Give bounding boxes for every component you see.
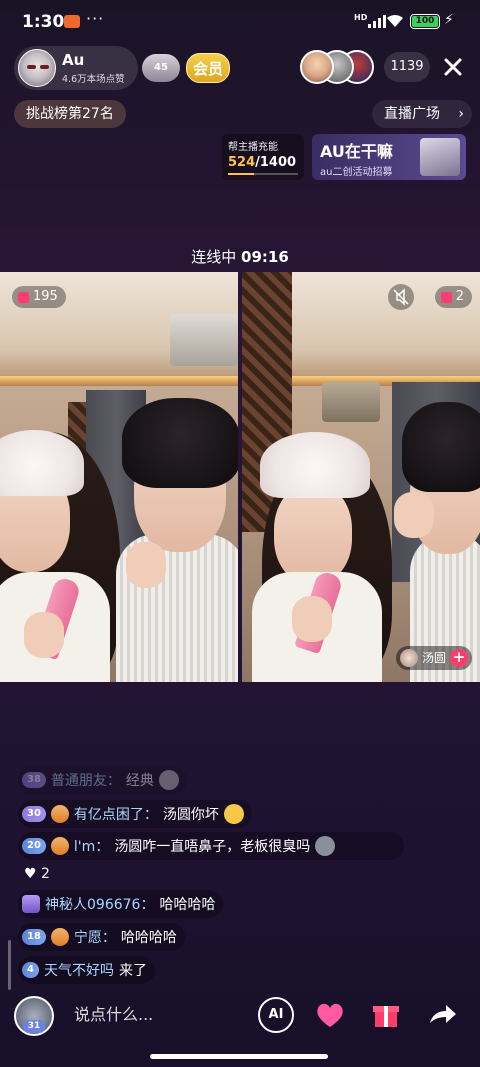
host-name: Au (62, 51, 85, 69)
fan-badge-icon (50, 805, 69, 823)
activity-banner[interactable]: AU在干嘛 au二创活动招募 (312, 134, 466, 180)
chat-message[interactable]: 18 宁愿： 哈哈哈哈 (18, 923, 185, 951)
close-icon[interactable] (440, 54, 466, 80)
chat-username: 宁愿： (73, 930, 116, 946)
left-video-pane[interactable]: 195 (0, 272, 238, 682)
cat-emoji-icon (315, 836, 336, 856)
emoji-icon (158, 770, 179, 790)
chat-text: 汤圆你坏 (162, 807, 219, 823)
gift-box-icon[interactable] (368, 997, 404, 1033)
rank-badge[interactable]: 挑战榜第27名 (14, 100, 126, 128)
ai-button[interactable]: AI (258, 997, 294, 1033)
more-notifications-icon: ··· (86, 9, 105, 28)
charge-value: 524/1400 (228, 155, 297, 170)
chat-username: 天气不好吗 (43, 963, 114, 979)
chat-scrollbar[interactable] (8, 940, 11, 990)
left-gift-count[interactable]: 195 (12, 286, 66, 308)
chat-like-count[interactable]: ♥ 2 (24, 866, 50, 882)
right-video-pane[interactable]: 2 汤圆 + (242, 272, 480, 682)
fan-badge-icon (50, 928, 69, 946)
viewer-avatar[interactable] (300, 50, 334, 84)
status-bar: 1:30 ··· HD 100 ⚡ (0, 0, 480, 46)
chat-message[interactable]: 神秘人096676： 哈哈哈哈 (18, 890, 224, 918)
guest-avatar (399, 649, 418, 667)
chat-text: 来了 (118, 963, 147, 979)
chat-message[interactable]: 30 有亿点困了： 汤圆你坏 (18, 800, 252, 828)
chat-message[interactable]: 20 l'm： 汤圆咋一直唔鼻子，老板很臭吗 (18, 832, 404, 860)
level-badge: 18 (22, 929, 46, 945)
level-badge: 20 (22, 838, 46, 854)
level-badge: 4 (22, 962, 39, 978)
viewer-count[interactable]: 1139 (384, 52, 430, 82)
right-gift-count[interactable]: 2 (434, 286, 472, 308)
level-badge: 30 (22, 806, 46, 822)
crying-emoji-icon (223, 804, 244, 824)
charge-widget[interactable]: 帮主播充能 524/1400 (222, 134, 304, 180)
follow-plus-icon[interactable]: + (450, 649, 468, 667)
chat-text: 汤圆咋一直唔鼻子，老板很臭吗 (114, 839, 311, 855)
gift-icon (18, 291, 29, 303)
share-icon[interactable] (424, 997, 460, 1033)
chat-username: 普通朋友： (50, 773, 121, 789)
charge-progress (228, 173, 298, 175)
comment-input[interactable]: 说点什么... (62, 996, 242, 1034)
chat-text: 哈哈哈哈 (120, 930, 177, 946)
hd-label: HD (354, 13, 368, 22)
guest-name: 汤圆 (421, 651, 446, 665)
mute-icon[interactable] (388, 284, 414, 310)
connection-status: 连线中 09:16 (191, 248, 289, 266)
banner-image (420, 138, 460, 176)
fan-badge-icon (50, 837, 69, 855)
chat-message[interactable]: 38 普通朋友： 经典 (18, 766, 187, 794)
charge-label: 帮主播充能 (228, 142, 278, 153)
wifi-icon (387, 14, 403, 27)
chat-text: 经典 (125, 773, 154, 789)
heart-gift-icon[interactable] (312, 997, 348, 1033)
host-likes: 4.6万本场点赞 (62, 74, 125, 85)
fan-club-badge[interactable]: 45 (142, 54, 180, 82)
chat-username: 有亿点困了： (73, 807, 158, 823)
live-plaza-label: 直播广场 (384, 106, 440, 122)
mystery-user-icon (22, 895, 40, 913)
screen-record-icon (64, 15, 80, 28)
host-card[interactable]: Au 4.6万本场点赞 (14, 46, 138, 90)
battery-icon: 100 (410, 14, 440, 29)
chat-text: 哈哈哈哈 (159, 897, 216, 913)
charging-icon: ⚡ (444, 12, 454, 28)
member-button[interactable]: 会员 (186, 53, 230, 83)
live-plaza-button[interactable]: 直播广场 › (372, 100, 472, 128)
home-indicator[interactable] (150, 1054, 328, 1059)
level-badge: 38 (22, 772, 46, 788)
guest-tag[interactable]: 汤圆 + (395, 646, 472, 670)
signal-icon (368, 14, 386, 28)
my-level-badge: 31 (23, 1020, 45, 1033)
host-avatar[interactable] (18, 49, 56, 87)
chevron-right-icon: › (458, 106, 464, 122)
chat-username: 神秘人096676： (45, 897, 155, 913)
chat-message[interactable]: 4 天气不好吗 来了 (18, 956, 155, 984)
chat-username: l'm： (73, 839, 110, 855)
gift-icon (440, 291, 452, 303)
status-time: 1:30 (22, 12, 65, 32)
